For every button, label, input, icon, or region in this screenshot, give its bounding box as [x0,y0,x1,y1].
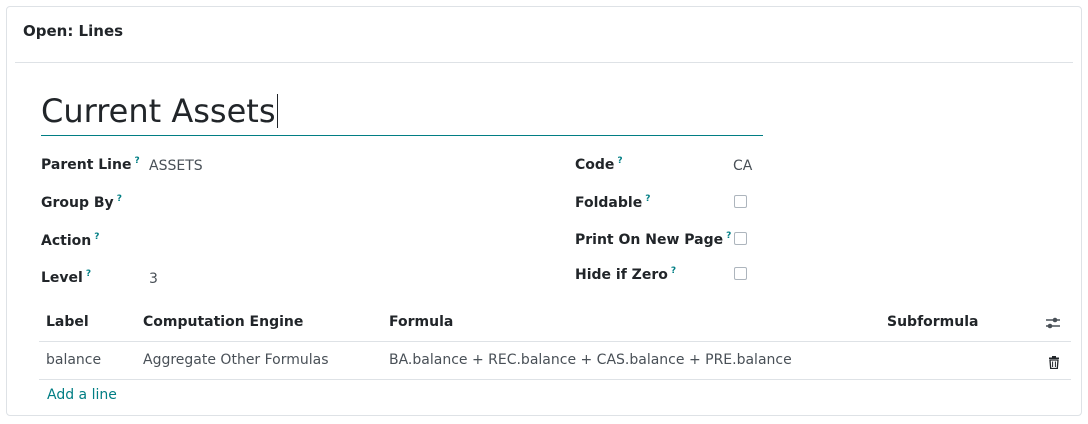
column-header-subformula[interactable]: Subformula [887,303,979,341]
column-header-computation-engine[interactable]: Computation Engine [143,303,303,341]
print-on-new-page-label: Print On New Page? [575,231,732,248]
help-tooltip-icon[interactable]: ? [86,269,91,279]
row-label-cell[interactable]: balance [46,342,101,379]
column-header-formula[interactable]: Formula [389,303,453,341]
dialog-title: Open: Lines [23,22,124,40]
foldable-checkbox[interactable] [734,195,747,208]
dialog: Open: Lines Current Assets Parent Line? … [6,6,1082,416]
name-input[interactable]: Current Assets [41,91,276,131]
print-on-new-page-checkbox[interactable] [734,232,747,245]
code-label: Code? [575,156,623,173]
help-tooltip-icon[interactable]: ? [671,266,676,276]
help-tooltip-icon[interactable]: ? [645,194,650,204]
row-engine-cell[interactable]: Aggregate Other Formulas [143,342,329,379]
parent-line-value[interactable]: ASSETS [149,158,203,174]
column-header-label[interactable]: Label [46,303,89,341]
hide-if-zero-label: Hide if Zero? [575,266,677,283]
trash-icon[interactable] [1048,354,1060,373]
help-tooltip-icon[interactable]: ? [134,156,139,166]
code-value[interactable]: CA [733,158,752,174]
text-caret [276,94,278,128]
add-line-link[interactable]: Add a line [47,387,117,403]
level-value[interactable]: 3 [149,271,158,287]
action-label: Action? [41,232,100,249]
level-label: Level? [41,269,92,286]
help-tooltip-icon[interactable]: ? [617,156,622,166]
foldable-label: Foldable? [575,194,651,211]
help-tooltip-icon[interactable]: ? [117,194,122,204]
help-tooltip-icon[interactable]: ? [726,231,731,241]
parent-line-label: Parent Line? [41,156,140,173]
header-divider [15,62,1073,63]
row-divider [39,379,1071,380]
row-formula-cell[interactable]: BA.balance + REC.balance + CAS.balance +… [389,342,792,379]
sliders-icon[interactable] [1045,315,1061,334]
name-field[interactable]: Current Assets [41,91,763,136]
help-tooltip-icon[interactable]: ? [94,232,99,242]
hide-if-zero-checkbox[interactable] [734,267,747,280]
group-by-label: Group By? [41,194,122,211]
